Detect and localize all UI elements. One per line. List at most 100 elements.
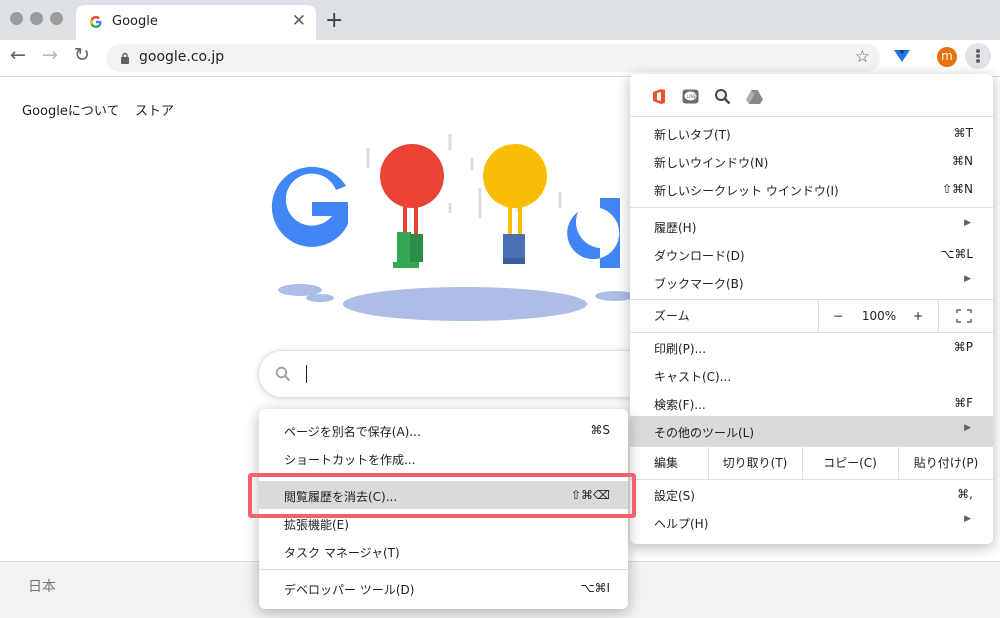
new-tab-button[interactable]: + <box>325 8 343 33</box>
bookmark-star-icon[interactable]: ☆ <box>855 47 870 67</box>
submenu-arrow-icon: ▶ <box>964 218 971 228</box>
menu-item-label: デベロッパー ツール(D) <box>284 583 415 597</box>
tab-close-icon[interactable]: ✕ <box>292 11 306 31</box>
tab-google[interactable]: Google ✕ <box>76 5 316 40</box>
menu-item-label: 新しいウインドウ(N) <box>654 156 769 170</box>
google-favicon-icon <box>90 16 102 28</box>
menu-item-shortcut: ⌘T <box>953 126 973 140</box>
menu-item-label: 新しいタブ(T) <box>654 128 731 142</box>
magnifier-icon[interactable] <box>714 88 731 105</box>
menu-item-more-tools[interactable]: その他のツール(L) ▶ <box>630 416 993 446</box>
svg-text:LINE: LINE <box>687 94 697 100</box>
menu-item-print[interactable]: 印刷(P)... ⌘P <box>630 333 993 361</box>
zoom-label: ズーム <box>654 309 690 323</box>
menu-item-label: 印刷(P)... <box>654 342 707 356</box>
menu-dot <box>976 49 980 53</box>
submenu-arrow-icon: ▶ <box>964 274 971 284</box>
menu-item-label: キャスト(C)... <box>654 370 732 384</box>
office-icon[interactable] <box>652 89 666 104</box>
edit-label: 編集 <box>654 456 679 470</box>
extension-icons-row: LINE <box>630 74 993 116</box>
menu-item-new-tab[interactable]: 新しいタブ(T) ⌘T <box>630 119 993 147</box>
menu-item-shortcut: ⌘P <box>953 340 973 354</box>
menu-dot <box>976 54 980 58</box>
url-text: google.co.jp <box>139 49 225 65</box>
menu-item-label: 設定(S) <box>654 489 695 503</box>
chrome-menu-button[interactable] <box>965 43 991 69</box>
menu-dot <box>976 59 980 63</box>
menu-item-new-incognito[interactable]: 新しいシークレット ウインドウ(I) ⇧⌘N <box>630 175 993 203</box>
lock-icon <box>121 52 129 64</box>
menu-item-cast[interactable]: キャスト(C)... <box>630 361 993 389</box>
menu-separator <box>630 207 993 208</box>
zoom-in-button[interactable]: + <box>906 300 930 332</box>
minimize-window-button[interactable] <box>30 12 43 25</box>
drive-icon[interactable] <box>746 90 763 104</box>
menu-item-label: ブックマーク(B) <box>654 277 744 291</box>
tab-title: Google <box>112 14 158 29</box>
menu-item-developer-tools[interactable]: デベロッパー ツール(D) ⌥⌘I <box>259 574 628 602</box>
forward-arrow-icon[interactable]: → <box>42 44 58 66</box>
zoom-divider <box>818 300 819 332</box>
extension-icon[interactable] <box>893 48 911 64</box>
menu-item-history[interactable]: 履歴(H) ▶ <box>630 212 993 240</box>
annotation-highlight-box <box>248 473 636 518</box>
line-icon[interactable]: LINE <box>682 89 699 104</box>
menu-item-bookmarks[interactable]: ブックマーク(B) ▶ <box>630 268 993 296</box>
close-window-button[interactable] <box>10 12 23 25</box>
menu-item-shortcut: ⇧⌘N <box>941 182 973 196</box>
menu-item-shortcut: ⌘, <box>957 487 973 501</box>
menu-item-label: ページを別名で保存(A)... <box>284 425 421 439</box>
menu-item-label: ヘルプ(H) <box>654 517 709 531</box>
menu-item-shortcut: ⌥⌘I <box>580 581 610 595</box>
zoom-divider <box>938 300 939 332</box>
menu-item-new-window[interactable]: 新しいウインドウ(N) ⌘N <box>630 147 993 175</box>
menu-item-label: ショートカットを作成... <box>284 453 416 467</box>
menu-separator <box>630 116 993 117</box>
footer-country: 日本 <box>28 579 56 595</box>
zoom-out-button[interactable]: − <box>826 300 850 332</box>
menu-item-shortcut: ⌥⌘L <box>940 247 973 261</box>
menu-item-shortcut: ⌘F <box>954 396 973 410</box>
copy-button[interactable]: コピー(C) <box>803 447 897 479</box>
reload-icon[interactable]: ↻ <box>74 44 90 66</box>
menu-item-save-page[interactable]: ページを別名で保存(A)... ⌘S <box>259 416 628 444</box>
browser-toolbar: ← → ↻ google.co.jp ☆ <box>0 40 1000 77</box>
tab-strip: Google ✕ + <box>0 0 1000 40</box>
menu-item-label: 新しいシークレット ウインドウ(I) <box>654 184 839 198</box>
zoom-window-button[interactable] <box>50 12 63 25</box>
menu-item-downloads[interactable]: ダウンロード(D) ⌥⌘L <box>630 240 993 268</box>
menu-item-shortcut: ⌘S <box>590 423 610 437</box>
menu-item-label: 履歴(H) <box>654 221 697 235</box>
paste-button[interactable]: 貼り付け(P) <box>899 447 993 479</box>
menu-item-settings[interactable]: 設定(S) ⌘, <box>630 480 993 508</box>
menu-item-label: 検索(F)... <box>654 398 706 412</box>
edit-row: 編集 切り取り(T) コピー(C) 貼り付け(P) <box>630 447 993 479</box>
menu-item-help[interactable]: ヘルプ(H) ▶ <box>630 508 993 536</box>
search-icon <box>275 366 291 382</box>
menu-item-create-shortcut[interactable]: ショートカットを作成... <box>259 444 628 472</box>
menu-separator <box>259 569 628 570</box>
submenu-arrow-icon: ▶ <box>964 514 971 524</box>
profile-avatar[interactable]: m <box>937 47 957 67</box>
zoom-value: 100% <box>861 309 897 323</box>
text-caret <box>306 365 307 383</box>
back-arrow-icon[interactable]: ← <box>10 44 26 66</box>
search-box[interactable] <box>258 350 660 398</box>
zoom-row: ズーム − 100% + <box>630 300 993 332</box>
menu-item-find[interactable]: 検索(F)... ⌘F <box>630 389 993 417</box>
menu-item-shortcut: ⌘N <box>952 154 973 168</box>
menu-item-label: ダウンロード(D) <box>654 249 745 263</box>
menu-item-label: タスク マネージャ(T) <box>284 546 400 560</box>
submenu-arrow-icon: ▶ <box>964 423 971 433</box>
about-google-link[interactable]: Googleについて <box>22 100 119 119</box>
chrome-main-menu: LINE 新しいタブ(T) ⌘T 新しいウインドウ(N) ⌘N 新しいシークレッ… <box>630 74 993 544</box>
google-doodle[interactable] <box>260 128 640 328</box>
menu-item-label: 拡張機能(E) <box>284 518 349 532</box>
fullscreen-icon[interactable] <box>956 309 972 323</box>
cut-button[interactable]: 切り取り(T) <box>709 447 801 479</box>
menu-item-label: その他のツール(L) <box>654 426 755 440</box>
menu-item-task-manager[interactable]: タスク マネージャ(T) <box>259 537 628 565</box>
store-link[interactable]: ストア <box>135 100 174 119</box>
address-bar[interactable]: google.co.jp ☆ <box>106 44 880 72</box>
